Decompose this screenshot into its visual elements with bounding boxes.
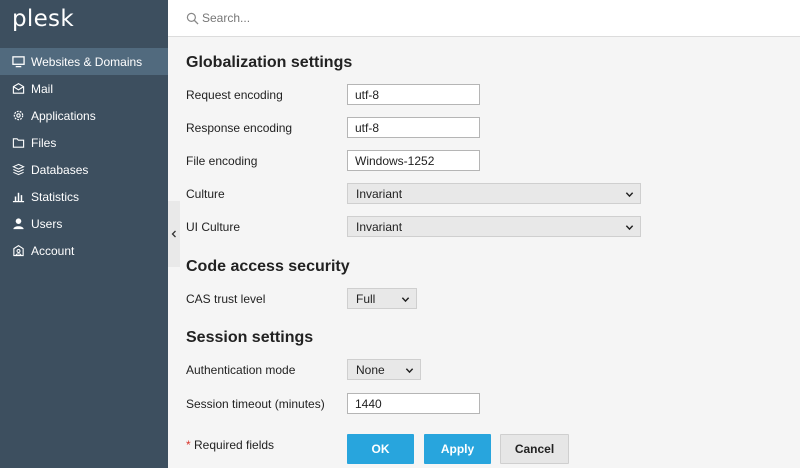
sidebar-item-mail[interactable]: Mail	[0, 75, 168, 102]
required-star: *	[186, 438, 191, 452]
chevron-down-icon	[405, 368, 414, 374]
authentication-mode-select[interactable]: None	[347, 359, 421, 380]
sidebar-nav: Websites & Domains Mail Applications Fil…	[0, 48, 168, 264]
globalization-section-title: Globalization settings	[186, 54, 353, 71]
top-search-bar	[168, 0, 800, 37]
folder-icon	[12, 136, 25, 149]
session-timeout-input[interactable]	[347, 393, 480, 414]
ui-culture-label: UI Culture	[186, 220, 241, 234]
mail-icon	[12, 82, 25, 95]
code-access-security-section-title: Code access security	[186, 258, 350, 275]
response-encoding-input[interactable]	[347, 117, 480, 138]
ui-culture-select[interactable]: Invariant	[347, 216, 641, 237]
monitor-icon	[12, 55, 25, 68]
main-content: Globalization settings Request encoding …	[168, 37, 800, 468]
culture-select[interactable]: Invariant	[347, 183, 641, 204]
chevron-down-icon	[401, 297, 410, 303]
authentication-mode-select-value: None	[356, 362, 385, 377]
file-encoding-label: File encoding	[186, 154, 258, 168]
ok-button[interactable]: OK	[347, 434, 414, 464]
sidebar-item-label: Account	[31, 243, 75, 258]
sidebar-item-label: Websites & Domains	[31, 54, 143, 69]
cas-trust-level-label: CAS trust level	[186, 292, 266, 306]
database-icon	[12, 163, 25, 176]
required-fields-note: * Required fields	[186, 438, 274, 452]
sidebar-item-label: Mail	[31, 81, 54, 96]
cas-trust-level-select[interactable]: Full	[347, 288, 417, 309]
authentication-mode-label: Authentication mode	[186, 363, 296, 377]
sidebar-item-label: Applications	[31, 108, 96, 123]
plesk-logo[interactable]: plesk	[12, 6, 74, 32]
sidebar-item-label: Statistics	[31, 189, 80, 204]
bar-chart-icon	[12, 190, 25, 203]
chevron-left-icon	[171, 230, 176, 238]
session-timeout-label: Session timeout (minutes)	[186, 397, 325, 411]
sidebar-item-account[interactable]: Account	[0, 237, 168, 264]
cas-trust-level-select-value: Full	[356, 291, 376, 306]
sidebar-item-applications[interactable]: Applications	[0, 102, 168, 129]
cancel-button[interactable]: Cancel	[500, 434, 569, 464]
culture-select-value: Invariant	[356, 186, 403, 201]
apply-button[interactable]: Apply	[424, 434, 491, 464]
sidebar-item-websites-domains[interactable]: Websites & Domains	[0, 48, 168, 75]
sidebar-item-files[interactable]: Files	[0, 129, 168, 156]
culture-label: Culture	[186, 187, 225, 201]
chevron-down-icon	[625, 192, 634, 198]
ui-culture-select-value: Invariant	[356, 219, 403, 234]
sidebar-item-label: Databases	[31, 162, 89, 177]
gear-icon	[12, 109, 25, 122]
sidebar-item-users[interactable]: Users	[0, 210, 168, 237]
search-input[interactable]	[202, 8, 602, 28]
sidebar-item-label: Users	[31, 216, 63, 231]
response-encoding-label: Response encoding	[186, 121, 293, 135]
sidebar-item-databases[interactable]: Databases	[0, 156, 168, 183]
user-icon	[12, 217, 25, 230]
sidebar-collapse-handle[interactable]	[168, 201, 180, 267]
account-icon	[12, 244, 25, 257]
sidebar-item-label: Files	[31, 135, 57, 150]
required-fields-text: Required fields	[194, 438, 275, 452]
session-settings-section-title: Session settings	[186, 329, 314, 346]
sidebar-item-statistics[interactable]: Statistics	[0, 183, 168, 210]
request-encoding-label: Request encoding	[186, 88, 283, 102]
chevron-down-icon	[625, 225, 634, 231]
search-icon	[186, 12, 199, 25]
request-encoding-input[interactable]	[347, 84, 480, 105]
sidebar: plesk Websites & Domains Mail Applicatio…	[0, 0, 168, 468]
file-encoding-input[interactable]	[347, 150, 480, 171]
